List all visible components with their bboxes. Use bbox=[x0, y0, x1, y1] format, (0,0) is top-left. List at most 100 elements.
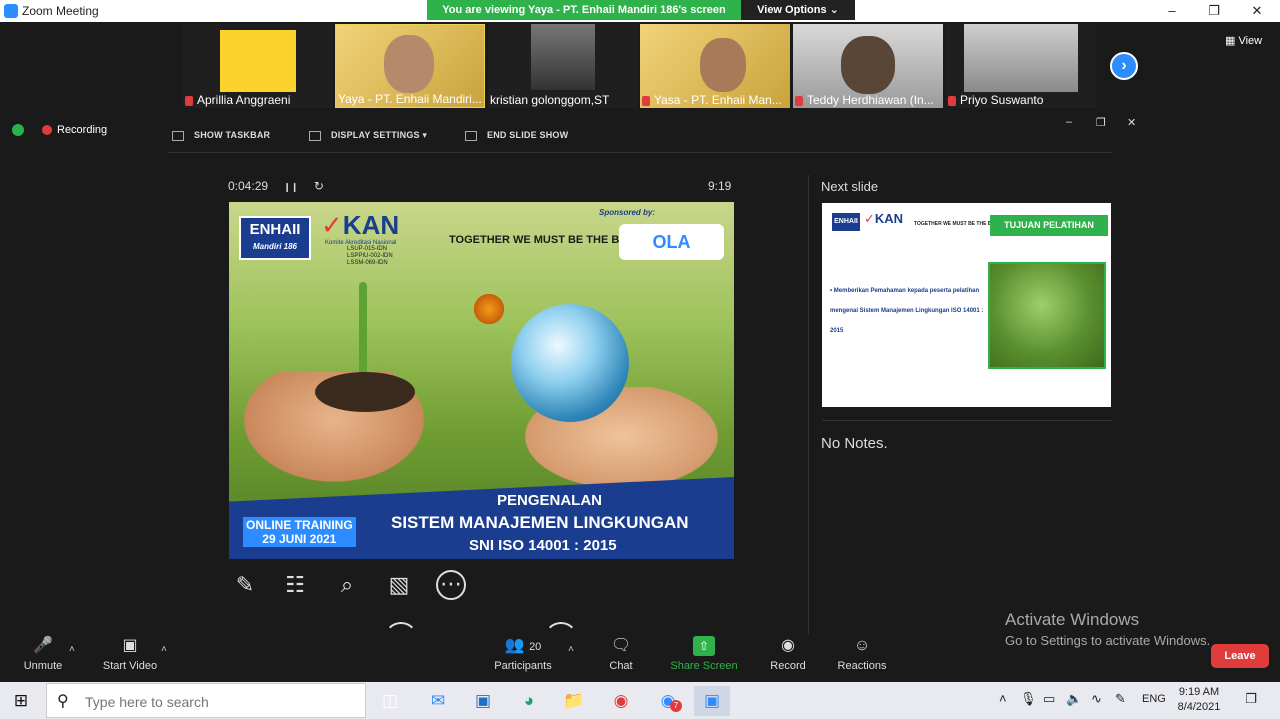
enhaii-logo: ENHAII Mandiri 186 bbox=[239, 216, 311, 260]
reactions-icon: ☺ bbox=[853, 637, 871, 654]
windows-start-icon[interactable]: ⊞ bbox=[6, 686, 36, 716]
video-off-icon: ▣ bbox=[122, 637, 138, 654]
pen-icon[interactable]: ✎ bbox=[230, 570, 260, 600]
record-dot-icon bbox=[42, 125, 52, 136]
zoom-slide-icon[interactable]: ⌕ bbox=[332, 570, 362, 600]
avatar bbox=[964, 24, 1078, 92]
avatar bbox=[220, 30, 296, 92]
search-icon: ⚲ bbox=[57, 693, 69, 710]
next-slide-label: Next slide bbox=[821, 179, 879, 194]
start-video-button[interactable]: ▣ Start Video bbox=[100, 630, 160, 672]
participant-name: kristian golonggom,ST bbox=[490, 93, 610, 107]
participant-tile-active[interactable]: Yaya - PT. Enhaii Mandiri... bbox=[335, 24, 485, 108]
taskbar-search[interactable]: ⚲ bbox=[46, 683, 366, 718]
store-icon[interactable]: ▣ bbox=[465, 686, 501, 716]
minimize-icon[interactable]: – bbox=[1160, 2, 1184, 20]
participant-tile[interactable]: kristian golonggom,ST bbox=[488, 24, 638, 108]
zoom-app-icon bbox=[4, 4, 18, 18]
leave-button[interactable]: Leave bbox=[1211, 644, 1269, 668]
security-shield-icon[interactable] bbox=[12, 124, 24, 136]
mic-muted-icon: 🎤 bbox=[33, 637, 53, 654]
view-button[interactable]: ▦ View bbox=[1225, 34, 1262, 47]
microphone-tray-icon[interactable]: 🎙 bbox=[1020, 691, 1037, 707]
zoom-taskbar-icon[interactable]: ▣ bbox=[694, 686, 730, 716]
presenter-clock: 9:19 bbox=[708, 179, 732, 193]
participants-options-icon[interactable]: ˄ bbox=[568, 644, 574, 655]
pen-tray-icon[interactable]: ✎ bbox=[1115, 691, 1126, 707]
display-settings-button[interactable]: DISPLAY SETTINGS ▾ bbox=[309, 130, 427, 141]
end-show-icon bbox=[465, 130, 477, 141]
slide-title-3: SNI ISO 14001 : 2015 bbox=[469, 537, 617, 554]
share-screen-icon: ⇧ bbox=[693, 636, 715, 656]
wifi-icon[interactable]: ∿ bbox=[1091, 691, 1102, 707]
record-button[interactable]: ◉ Record bbox=[766, 630, 810, 672]
input-language[interactable]: ENG bbox=[1142, 693, 1166, 705]
participant-name: Yaya - PT. Enhaii Mandiri... bbox=[338, 92, 482, 106]
speaker-icon[interactable]: 🔈 bbox=[1066, 691, 1082, 707]
show-taskbar-button[interactable]: SHOW TASKBAR bbox=[172, 130, 270, 141]
next-page-icon[interactable]: › bbox=[1110, 52, 1138, 80]
accreditation-list: LSUP-015-IDN LSPPIU-002-IDN LSSM-069-IDN bbox=[347, 246, 393, 266]
avatar bbox=[384, 35, 434, 93]
laser-pointer-icon[interactable]: ▧ bbox=[384, 570, 414, 600]
notifications-icon[interactable]: ❐ bbox=[1240, 688, 1262, 710]
speaker-notes: No Notes. bbox=[821, 435, 888, 452]
restore-icon[interactable]: ❐ bbox=[1202, 2, 1226, 20]
next-slide-preview[interactable]: ENHAII ✓KAN TOGETHER WE MUST BE THE BEST… bbox=[822, 203, 1111, 407]
tray-expand-icon[interactable]: ˄ bbox=[999, 691, 1007, 706]
current-slide[interactable]: ENHAII Mandiri 186 ✓KAN Komite Akreditasi… bbox=[229, 202, 734, 559]
window-title-bar: Zoom Meeting You are viewing Yaya - PT. … bbox=[0, 0, 1280, 22]
presenter-close-icon[interactable]: ✕ bbox=[1127, 116, 1136, 129]
participant-name: Priyo Suswanto bbox=[960, 93, 1044, 107]
restart-timer-icon[interactable]: ↻ bbox=[314, 179, 324, 193]
participants-icon: 👥 bbox=[504, 637, 525, 654]
divider bbox=[822, 420, 1112, 421]
mail-icon[interactable]: ✉ bbox=[420, 686, 456, 716]
participant-tile[interactable]: Aprillia Anggraeni bbox=[183, 24, 333, 108]
participant-tile[interactable]: Yasa - PT. Enhaii Man... bbox=[640, 24, 790, 108]
unmute-button[interactable]: 🎤 Unmute bbox=[18, 630, 68, 672]
mic-muted-icon bbox=[642, 95, 650, 106]
divider bbox=[168, 152, 1112, 153]
video-options-icon[interactable]: ˄ bbox=[161, 644, 167, 655]
online-training-label: ONLINE TRAINING 29 JUNI 2021 bbox=[243, 517, 356, 547]
chat-button[interactable]: 🗨 Chat bbox=[604, 630, 638, 672]
recording-indicator[interactable]: Recording bbox=[42, 124, 107, 136]
slide-layout-icon[interactable]: ☷ bbox=[280, 570, 310, 600]
plant-image bbox=[359, 282, 367, 382]
more-options-icon[interactable]: ⋯ bbox=[436, 570, 466, 600]
viewing-banner: You are viewing Yaya - PT. Enhaii Mandir… bbox=[427, 0, 741, 20]
plant-photo bbox=[988, 262, 1106, 369]
pause-icon[interactable]: ❙❙ bbox=[283, 182, 298, 192]
participants-button[interactable]: 👥 20 Participants bbox=[490, 630, 556, 672]
presenter-restore-icon[interactable]: ❐ bbox=[1096, 116, 1106, 129]
mic-muted-icon bbox=[795, 95, 803, 106]
task-view-icon[interactable]: ◫ bbox=[372, 686, 408, 716]
close-icon[interactable]: ✕ bbox=[1245, 2, 1269, 20]
share-screen-button[interactable]: ⇧ Share Screen bbox=[668, 630, 740, 672]
audio-options-icon[interactable]: ˄ bbox=[69, 644, 75, 655]
avatar bbox=[531, 24, 595, 90]
participant-tile[interactable]: Priyo Suswanto bbox=[946, 24, 1096, 108]
search-input[interactable] bbox=[83, 691, 357, 713]
taskbar-icon bbox=[172, 130, 184, 141]
participant-name: Yasa - PT. Enhaii Man... bbox=[654, 93, 782, 107]
chrome-profile-icon[interactable]: ◉ 7 bbox=[650, 686, 686, 716]
grid-icon: ▦ bbox=[1225, 35, 1239, 47]
file-explorer-icon[interactable]: 📁 bbox=[556, 686, 592, 716]
edge-icon[interactable]: ◕ bbox=[511, 686, 547, 716]
mic-muted-icon bbox=[948, 95, 956, 106]
presenter-minimize-icon[interactable]: – bbox=[1066, 116, 1072, 128]
end-slide-show-button[interactable]: END SLIDE SHOW bbox=[465, 130, 568, 141]
reactions-button[interactable]: ☺ Reactions bbox=[834, 630, 890, 672]
display-icon bbox=[309, 130, 321, 141]
avatar bbox=[841, 36, 895, 94]
battery-icon[interactable]: ▭ bbox=[1043, 691, 1055, 707]
chrome-badge: 7 bbox=[670, 700, 682, 712]
slogan-text: TOGETHER WE MUST BE THE BEST bbox=[449, 234, 641, 246]
view-options-button[interactable]: View Options ⌄ bbox=[741, 0, 855, 20]
participant-tile[interactable]: Teddy Herdhiawan (In... bbox=[793, 24, 943, 108]
chrome-icon[interactable]: ◉ bbox=[603, 686, 639, 716]
taskbar-clock[interactable]: 9:19 AM 8/4/2021 bbox=[1173, 685, 1225, 715]
ola-sponsor-logo: OLA bbox=[619, 224, 724, 260]
